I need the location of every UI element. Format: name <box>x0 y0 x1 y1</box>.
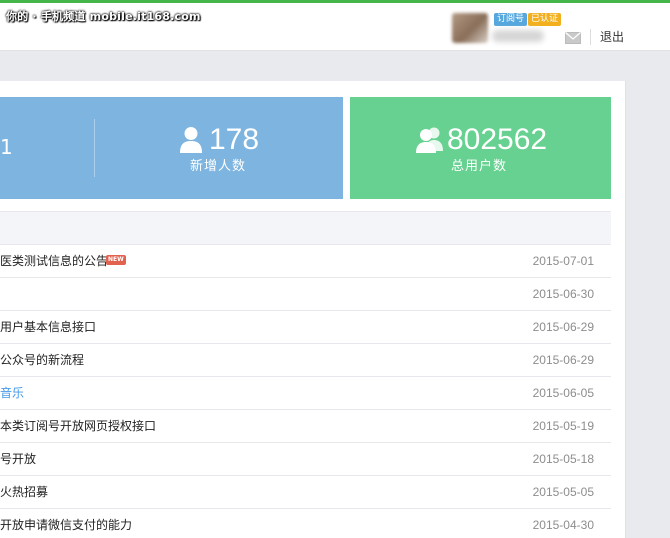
notice-date: 2015-05-05 <box>532 485 594 499</box>
notice-title[interactable]: 音乐 <box>0 385 24 401</box>
notice-date: 2015-06-29 <box>532 320 594 334</box>
notice-list: 医类测试信息的公告 NEW 2015-07-01 2015-06-30 用户基本… <box>0 245 611 538</box>
notice-row[interactable]: 音乐 2015-06-05 <box>0 377 611 410</box>
mail-icon[interactable] <box>565 32 581 44</box>
notice-date: 2015-07-01 <box>532 254 594 268</box>
notice-row[interactable]: 2015-06-30 <box>0 278 611 311</box>
total-users-label: 总用户数 <box>451 159 508 174</box>
watermark: 你的 · 手机频道 mobile.it168.com <box>6 10 201 23</box>
notice-date: 2015-05-19 <box>532 419 594 433</box>
notice-row[interactable]: 号开放 2015-05-18 <box>0 443 611 476</box>
stat-fragment: 1 <box>0 135 13 159</box>
main-panel: 1 178 新增人数 802562 总用户数 医类测试信息的公告 NEW 201… <box>0 81 626 538</box>
notice-date: 2015-06-29 <box>532 353 594 367</box>
notice-row[interactable]: 火热招募 2015-05-05 <box>0 476 611 509</box>
notice-date: 2015-05-18 <box>532 452 594 466</box>
total-users-value: 802562 <box>447 123 548 156</box>
notice-title[interactable]: 开放申请微信支付的能力 <box>0 517 132 533</box>
notice-date: 2015-04-30 <box>532 518 594 532</box>
notice-title[interactable]: 号开放 <box>0 451 36 467</box>
account-type-badge: 订阅号 <box>494 13 528 26</box>
notice-row[interactable]: 本类订阅号开放网页授权接口 2015-05-19 <box>0 410 611 443</box>
notice-row[interactable]: 公众号的新流程 2015-06-29 <box>0 344 611 377</box>
stats-card-green: 802562 总用户数 <box>350 97 611 199</box>
verified-badge: 已认证 <box>528 13 562 26</box>
notice-date: 2015-06-05 <box>532 386 594 400</box>
logout-link[interactable]: 退出 <box>600 28 624 46</box>
users-icon <box>416 127 443 153</box>
notice-row[interactable]: 用户基本信息接口 2015-06-29 <box>0 311 611 344</box>
notice-title[interactable]: 用户基本信息接口 <box>0 319 96 335</box>
notice-title[interactable]: 公众号的新流程 <box>0 352 84 368</box>
user-icon <box>180 127 202 153</box>
avatar[interactable] <box>452 13 488 43</box>
notice-title[interactable]: 本类订阅号开放网页授权接口 <box>0 418 156 434</box>
new-badge: NEW <box>106 255 126 265</box>
new-followers-label: 新增人数 <box>190 159 247 174</box>
notice-row[interactable]: 开放申请微信支付的能力 2015-04-30 <box>0 509 611 538</box>
account-name[interactable] <box>492 30 544 42</box>
notice-row[interactable]: 医类测试信息的公告 NEW 2015-07-01 <box>0 245 611 278</box>
notice-date: 2015-06-30 <box>532 287 594 301</box>
notice-header <box>0 211 611 245</box>
stat-separator <box>94 119 95 177</box>
stats-card-blue: 1 178 新增人数 <box>0 97 343 199</box>
notice-title[interactable]: 医类测试信息的公告 <box>0 253 108 269</box>
header-divider <box>590 29 591 45</box>
notice-title[interactable]: 火热招募 <box>0 484 48 500</box>
new-followers-value: 178 <box>209 123 260 156</box>
